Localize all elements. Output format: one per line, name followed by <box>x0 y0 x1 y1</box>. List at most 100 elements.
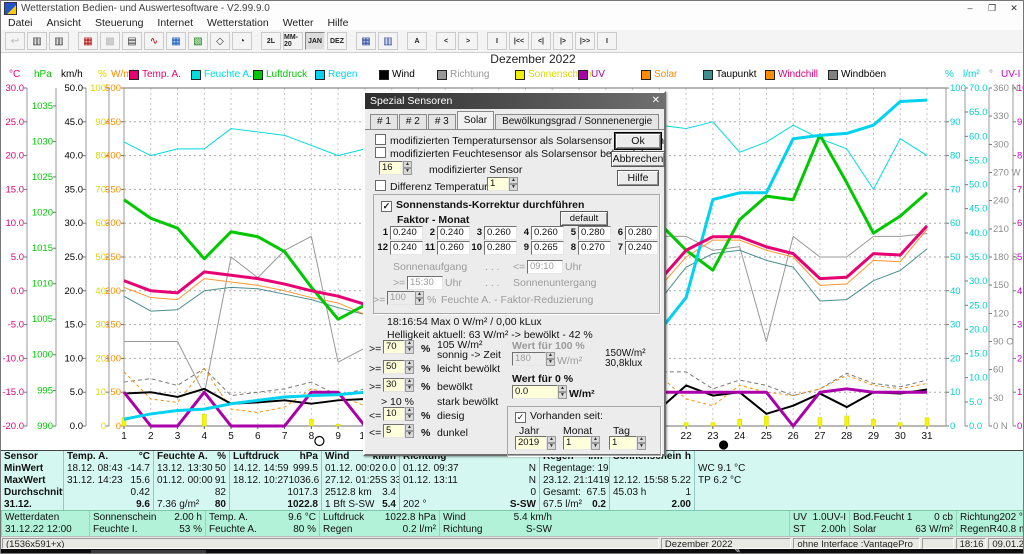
spin-up-icon[interactable]: ▲ <box>509 177 518 184</box>
spin-up-icon[interactable]: ▲ <box>415 291 424 298</box>
taskbar-button[interactable] <box>91 550 206 554</box>
cloud-threshold-spinner[interactable]: 30▲▼ <box>383 378 414 392</box>
spin-up-icon[interactable]: ▲ <box>403 161 412 168</box>
legend-item-solar[interactable]: Solar <box>641 69 677 80</box>
toolbar-next-button[interactable]: > <box>458 32 478 50</box>
menu-datei[interactable]: Datei <box>1 16 40 30</box>
toolbar-chart-area-icon[interactable]: ▧ <box>188 32 208 50</box>
toolbar-save-icon[interactable]: ▥ <box>27 32 47 50</box>
toolbar-range-mm20-button[interactable]: MM-20 <box>283 32 303 50</box>
vorhanden-spinner-jahr[interactable]: 2019▲▼ <box>515 436 556 450</box>
dialog-tab-2[interactable]: # 2 <box>399 114 427 129</box>
legend-item-uv[interactable]: UV <box>578 69 605 80</box>
menu-hilfe[interactable]: Hilfe <box>320 16 355 30</box>
factor-field[interactable]: 0.270 <box>578 241 611 255</box>
checkbox-sun-correction[interactable]: ✓Sonnenstands-Korrektur durchführen <box>381 199 584 212</box>
toolbar-step-fwd-button[interactable]: |> <box>553 32 573 50</box>
factor-field[interactable]: 0.240 <box>625 241 658 255</box>
toolbar-diagram-switch-icon[interactable]: ◇ <box>210 32 230 50</box>
spin-up-icon[interactable]: ▲ <box>547 436 556 443</box>
legend-item-luftdruck[interactable]: Luftdruck <box>253 69 307 80</box>
modified-sensor-spinner[interactable]: 16▲▼ <box>379 161 412 175</box>
legend-item-regen[interactable]: Regen <box>315 69 357 80</box>
dialog-close-icon[interactable]: ✕ <box>652 93 660 109</box>
toolbar-range-dez-button[interactable]: DEZ <box>327 32 347 50</box>
factor-field[interactable]: 0.260 <box>531 226 564 240</box>
ok-button[interactable]: Ok <box>615 133 661 149</box>
default-button[interactable]: default <box>560 211 608 226</box>
dialog-titlebar[interactable]: Spezial Sensoren ✕ <box>365 93 664 109</box>
spin-down-icon[interactable]: ▼ <box>405 414 414 421</box>
checkbox-mod-hum[interactable]: modifizierten Feuchtesensor als Solarsen… <box>375 147 649 160</box>
toolbar-range-2l-button[interactable]: 2L <box>261 32 281 50</box>
factor-field[interactable]: 0.240 <box>390 241 423 255</box>
spin-down-icon[interactable]: ▼ <box>546 359 555 366</box>
legend-item-wind[interactable]: Wind <box>379 69 415 80</box>
toolbar-table-view-icon[interactable]: ▦ <box>356 32 376 50</box>
toolbar-clock-icon[interactable]: ◔ <box>232 32 252 50</box>
spin-up-icon[interactable]: ▲ <box>405 424 414 431</box>
spin-up-icon[interactable]: ▲ <box>405 407 414 414</box>
menu-wetterstation[interactable]: Wetterstation <box>200 16 276 30</box>
dialog-tab-3[interactable]: # 3 <box>428 114 456 129</box>
sunset-time-field[interactable]: 15:30 <box>407 276 443 290</box>
factor-field[interactable]: 0.280 <box>625 226 658 240</box>
toolbar-range-jan-button[interactable]: JAN <box>305 32 325 50</box>
spin-down-icon[interactable]: ▼ <box>558 392 567 399</box>
spin-up-icon[interactable]: ▲ <box>558 385 567 392</box>
factor-field[interactable]: 0.265 <box>531 241 564 255</box>
spin-up-icon[interactable]: ▲ <box>405 360 414 367</box>
wert0-spinner[interactable]: 0.0▲▼ <box>512 385 567 399</box>
minimize-button[interactable]: – <box>959 2 981 15</box>
toolbar-edit-icon[interactable]: ▩ <box>100 32 120 50</box>
toolbar-step-back-button[interactable]: <| <box>531 32 551 50</box>
spin-up-icon[interactable]: ▲ <box>546 352 555 359</box>
spin-up-icon[interactable]: ▲ <box>591 436 600 443</box>
legend-item-richtung[interactable]: Richtung <box>437 69 489 80</box>
toolbar-fast-back-button[interactable]: |<< <box>509 32 529 50</box>
factor-field[interactable]: 0.260 <box>437 241 470 255</box>
dialog-tab-1[interactable]: # 1 <box>370 114 398 129</box>
legend-item-windb-en[interactable]: Windböen <box>828 69 886 80</box>
menu-steuerung[interactable]: Steuerung <box>88 16 150 30</box>
cloud-threshold-spinner[interactable]: 50▲▼ <box>383 360 414 374</box>
toolbar-curve-icon[interactable]: ∿ <box>144 32 164 50</box>
spin-up-icon[interactable]: ▲ <box>637 436 646 443</box>
maximize-button[interactable]: ❐ <box>981 2 1003 15</box>
abbrechen-button[interactable]: Abbrechen <box>611 151 665 167</box>
toolbar-table-edit-icon[interactable]: ▥ <box>378 32 398 50</box>
close-button[interactable]: ✕ <box>1003 2 1024 15</box>
spin-down-icon[interactable]: ▼ <box>405 431 414 438</box>
toolbar-back-icon[interactable]: ↩ <box>5 32 25 50</box>
factor-field[interactable]: 0.240 <box>437 226 470 240</box>
spin-down-icon[interactable]: ▼ <box>637 443 646 450</box>
menu-internet[interactable]: Internet <box>150 16 200 30</box>
spin-down-icon[interactable]: ▼ <box>405 367 414 374</box>
toolbar-auto-button[interactable]: A <box>407 32 427 50</box>
toolbar-fast-fwd-button[interactable]: |>> <box>575 32 595 50</box>
spin-up-icon[interactable]: ▲ <box>405 378 414 385</box>
spin-down-icon[interactable]: ▼ <box>547 443 556 450</box>
sunrise-time-field[interactable]: 09:10 <box>527 260 563 274</box>
hilfe-button[interactable]: Hilfe <box>617 170 659 186</box>
factor-field[interactable]: 0.280 <box>484 241 517 255</box>
spin-down-icon[interactable]: ▼ <box>405 347 414 354</box>
toolbar-last-button[interactable]: I <box>597 32 617 50</box>
legend-item-windchill[interactable]: Windchill <box>765 69 818 80</box>
checkbox-vorhanden[interactable]: ✓Vorhanden seit: <box>515 410 603 423</box>
cloud-threshold-spinner[interactable]: 10▲▼ <box>383 407 414 421</box>
legend-item-feuchte-a-[interactable]: Feuchte A. <box>191 69 252 80</box>
legend-item-temp-a-[interactable]: Temp. A. <box>129 69 181 80</box>
factor-field[interactable]: 0.260 <box>484 226 517 240</box>
toolbar-chart-red-icon[interactable]: ▦ <box>78 32 98 50</box>
factor-field[interactable]: 0.240 <box>390 226 423 240</box>
taskbar[interactable]: ✎ <box>1 549 1024 554</box>
cloud-threshold-spinner[interactable]: 70▲▼ <box>383 340 414 354</box>
toolbar-prev-button[interactable]: < <box>436 32 456 50</box>
humidity-reduction-spinner[interactable]: 100▲▼ <box>387 291 424 305</box>
diff-temp-spinner[interactable]: 1▲▼ <box>487 177 518 191</box>
factor-field[interactable]: 0.280 <box>578 226 611 240</box>
legend-item-taupunkt[interactable]: Taupunkt <box>703 69 757 80</box>
menu-ansicht[interactable]: Ansicht <box>40 16 88 30</box>
dialog-tab-BewlkungsgradSonnenenergie[interactable]: Bewölkungsgrad / Sonnenenergie <box>495 114 659 129</box>
